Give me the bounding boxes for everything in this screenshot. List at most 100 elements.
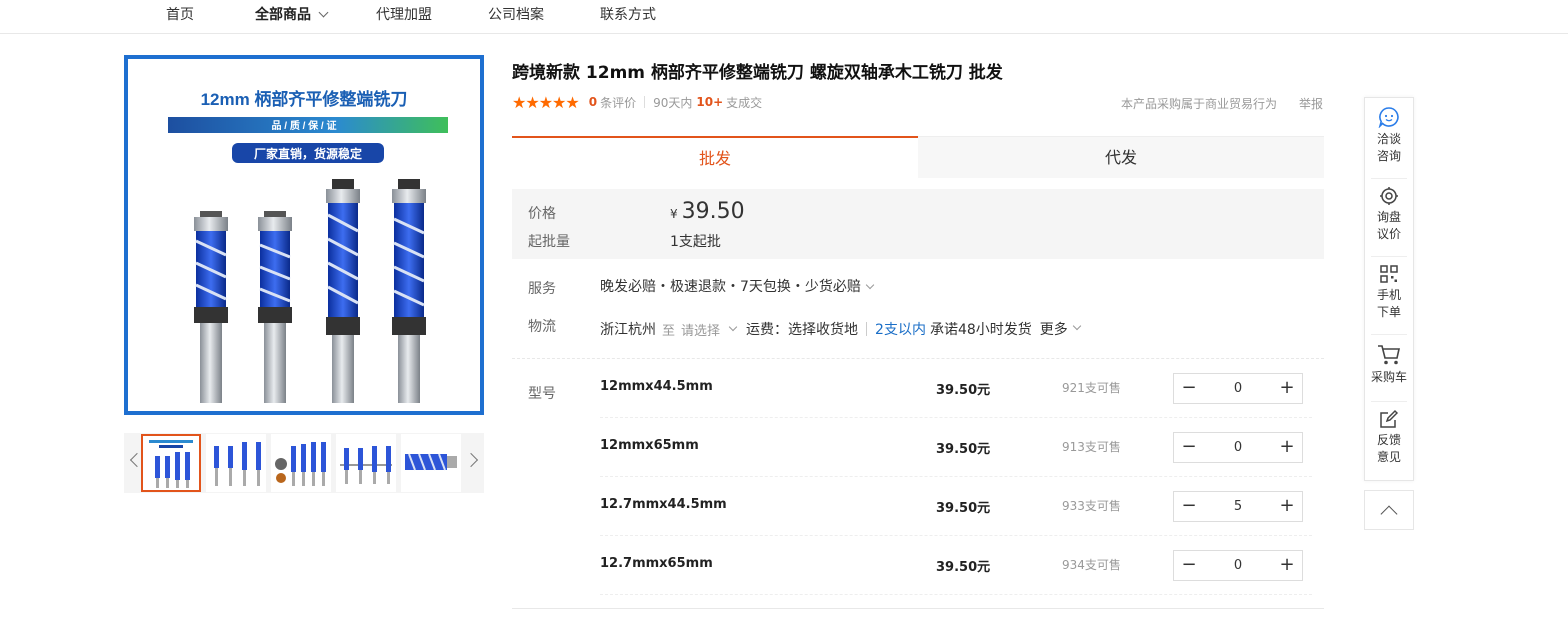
thumbnail-strip bbox=[124, 433, 484, 493]
review-count[interactable]: 0 bbox=[589, 95, 597, 109]
sku-price: 39.50元 bbox=[936, 501, 991, 516]
top-nav: 首页 全部商品 代理加盟 公司档案 联系方式 bbox=[0, 0, 1568, 34]
decrease-button[interactable]: − bbox=[1174, 374, 1204, 403]
tab-wholesale[interactable]: 批发 bbox=[512, 136, 918, 178]
quantity-input[interactable] bbox=[1208, 374, 1268, 403]
thumbnail-image bbox=[275, 442, 326, 486]
float-label: 采购车 bbox=[1370, 370, 1407, 384]
sku-row: 12mmx44.5mm 39.50元 921支可售 − + bbox=[600, 359, 1312, 418]
review-label: 条评价 bbox=[600, 95, 637, 110]
increase-button[interactable]: + bbox=[1272, 433, 1302, 462]
moq-value: 1支起批 bbox=[670, 234, 721, 250]
section-divider bbox=[512, 608, 1324, 609]
report-link[interactable]: 举报 bbox=[1299, 95, 1323, 112]
sku-price: 39.50元 bbox=[936, 383, 991, 398]
increase-button[interactable]: + bbox=[1272, 551, 1302, 580]
thumbnail-image bbox=[149, 440, 193, 488]
sku-price: 39.50元 bbox=[936, 560, 991, 575]
cart-button[interactable]: 采购车 bbox=[1365, 344, 1413, 386]
feedback-button[interactable]: 反馈 意见 bbox=[1365, 409, 1413, 466]
main-product-image[interactable]: 12mm 柄部齐平修整端铣刀 品 / 质 / 保 / 证 厂家直销，货源稳定 bbox=[124, 55, 484, 415]
thumbnail-2[interactable] bbox=[206, 434, 266, 492]
chevron-right-icon[interactable] bbox=[463, 452, 479, 468]
target-icon bbox=[1380, 187, 1398, 205]
decrease-button[interactable]: − bbox=[1174, 551, 1204, 580]
quantity-stepper: − + bbox=[1173, 432, 1303, 463]
price-label: 价格 bbox=[528, 206, 556, 222]
quality-band-text: 品 / 质 / 保 / 证 bbox=[271, 119, 336, 132]
router-bit-4 bbox=[392, 179, 426, 403]
thumbnail-3[interactable] bbox=[271, 434, 331, 492]
chevron-down-icon bbox=[865, 280, 875, 290]
ship-promise: 承诺48小时发货 bbox=[929, 322, 1032, 338]
quantity-input[interactable] bbox=[1208, 433, 1268, 462]
router-bit-3 bbox=[326, 179, 360, 403]
quantity-input[interactable] bbox=[1208, 492, 1268, 521]
divider bbox=[1371, 256, 1407, 257]
float-label: 洽谈 咨询 bbox=[1376, 132, 1401, 163]
thumbnail-4[interactable] bbox=[336, 434, 396, 492]
sku-row: 12.7mmx65mm 39.50元 934支可售 − + bbox=[600, 536, 1312, 595]
sku-stock: 933支可售 bbox=[1062, 499, 1121, 513]
divider bbox=[1371, 334, 1407, 335]
tab-dropship[interactable]: 代发 bbox=[918, 136, 1324, 178]
increase-button[interactable]: + bbox=[1272, 374, 1302, 403]
decrease-button[interactable]: − bbox=[1174, 433, 1204, 462]
chat-icon bbox=[1378, 107, 1399, 128]
banner-title: 12mm 柄部齐平修整端铣刀 bbox=[201, 89, 408, 109]
service-label: 服务 bbox=[528, 281, 556, 297]
thumbnail-image bbox=[214, 442, 261, 486]
floating-toolbar: 洽谈 咨询 询盘 议价 手机 下单 采购车 反馈 意见 bbox=[1364, 97, 1414, 481]
quantity-input[interactable] bbox=[1208, 551, 1268, 580]
logistics-row: 浙江杭州 至 请选择 运费：选择收货地 2支以内 承诺48小时发货 更多 bbox=[600, 319, 1082, 339]
decrease-button[interactable]: − bbox=[1174, 492, 1204, 521]
service-guarantees[interactable]: 晚发必赔・极速退款・7天包换・少货必赔 bbox=[600, 276, 875, 296]
increase-button[interactable]: + bbox=[1272, 492, 1302, 521]
sku-row: 12.7mmx44.5mm 39.50元 933支可售 − + bbox=[600, 477, 1312, 536]
sku-stock: 913支可售 bbox=[1062, 440, 1121, 454]
service-text: 晚发必赔・极速退款・7天包换・少货必赔 bbox=[600, 279, 861, 295]
sku-label: 型号 bbox=[528, 386, 556, 402]
thumbnail-5[interactable] bbox=[401, 434, 461, 492]
chevron-down-icon[interactable] bbox=[728, 322, 738, 332]
sku-stock: 921支可售 bbox=[1062, 381, 1121, 395]
thumbnail-1[interactable] bbox=[141, 434, 201, 492]
nav-agency[interactable]: 代理加盟 bbox=[376, 4, 432, 24]
nav-company-profile[interactable]: 公司档案 bbox=[488, 4, 544, 24]
back-to-top-button[interactable] bbox=[1364, 490, 1414, 530]
sku-name: 12mmx65mm bbox=[600, 438, 699, 453]
mobile-order-button[interactable]: 手机 下单 bbox=[1365, 264, 1413, 321]
inquiry-button[interactable]: 询盘 议价 bbox=[1365, 186, 1413, 243]
more-logistics[interactable]: 更多 bbox=[1040, 319, 1068, 339]
chevron-up-icon bbox=[1380, 505, 1398, 523]
divider bbox=[644, 96, 646, 108]
currency-symbol: ¥ bbox=[670, 207, 678, 221]
rating-row: ★★★★★ 0 条评价 90天内 10+ 支成交 bbox=[512, 92, 762, 112]
nav-all-products-label: 全部商品 bbox=[255, 7, 311, 23]
price-value: ¥39.50 bbox=[670, 199, 745, 224]
price-box: 价格 ¥39.50 起批量 1支起批 bbox=[512, 189, 1324, 259]
nav-all-products[interactable]: 全部商品 bbox=[255, 4, 329, 24]
sku-stock: 934支可售 bbox=[1062, 558, 1121, 572]
quantity-note: 2支以内 bbox=[875, 322, 926, 338]
destination-select[interactable]: 请选择 bbox=[681, 320, 720, 339]
nav-home[interactable]: 首页 bbox=[166, 4, 194, 24]
nav-contact[interactable]: 联系方式 bbox=[600, 4, 656, 24]
factory-tag-text: 厂家直销，货源稳定 bbox=[254, 146, 362, 161]
logistics-label: 物流 bbox=[528, 319, 556, 335]
divider bbox=[1371, 401, 1407, 402]
router-bit-1 bbox=[194, 211, 228, 403]
chat-consult-button[interactable]: 洽谈 咨询 bbox=[1365, 106, 1413, 165]
trade-note: 本产品采购属于商业贸易行为 bbox=[1121, 97, 1278, 111]
chevron-down-icon bbox=[318, 7, 329, 18]
float-label: 反馈 意见 bbox=[1376, 433, 1401, 464]
sku-name: 12mmx44.5mm bbox=[600, 379, 713, 394]
chevron-down-icon[interactable] bbox=[1072, 321, 1082, 331]
price-amount: 39.50 bbox=[681, 199, 745, 224]
product-title: 跨境新款 12mm 柄部齐平修整端铣刀 螺旋双轴承木工铣刀 批发 bbox=[512, 63, 1003, 83]
sku-row: 12mmx65mm 39.50元 913支可售 − + bbox=[600, 418, 1312, 477]
sold-count: 10+ bbox=[696, 95, 724, 109]
router-bit-illustration: 12mm 柄部齐平修整端铣刀 品 / 质 / 保 / 证 厂家直销，货源稳定 bbox=[168, 89, 448, 403]
moq-label: 起批量 bbox=[528, 234, 570, 250]
quantity-stepper: − + bbox=[1173, 373, 1303, 404]
